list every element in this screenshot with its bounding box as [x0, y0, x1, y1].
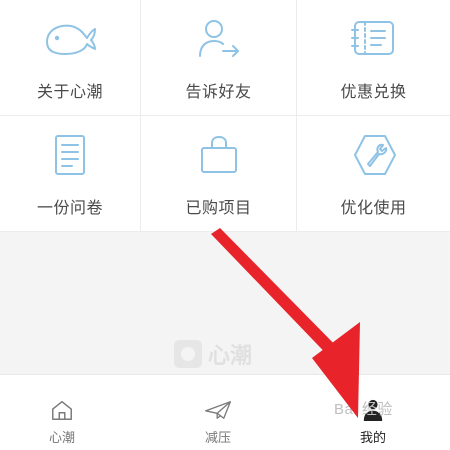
tab-home[interactable]: 心潮 — [2, 375, 122, 450]
feature-grid: 关于心潮 告诉好友 优惠兑换 一份问卷 已购项目 优化使用 — [0, 0, 450, 232]
watermark-right-text: Bai 经验 — [334, 401, 393, 418]
tab-relax[interactable]: 减压 — [158, 375, 278, 450]
coupon-icon — [345, 16, 403, 62]
grid-item-tell-friends[interactable]: 告诉好友 — [141, 0, 297, 116]
tab-label: 减压 — [204, 431, 231, 446]
questionnaire-icon — [41, 132, 99, 178]
grid-item-label: 一份问卷 — [36, 198, 103, 217]
grid-item-coupon[interactable]: 优惠兑换 — [297, 0, 450, 116]
grid-item-label: 已购项目 — [185, 198, 252, 217]
paper-plane-icon — [204, 397, 232, 423]
grid-item-label: 告诉好友 — [185, 82, 252, 101]
grid-item-purchased[interactable]: 已购项目 — [141, 116, 297, 232]
share-user-icon — [190, 16, 248, 62]
grid-item-questionnaire[interactable]: 一份问卷 — [0, 116, 141, 232]
watermark-logo-text: 心潮 — [208, 344, 253, 369]
tab-label: 心潮 — [48, 431, 75, 446]
home-icon — [48, 397, 76, 423]
tab-label: 我的 — [359, 431, 386, 446]
grid-item-about[interactable]: 关于心潮 — [0, 0, 141, 116]
logo-icon — [174, 340, 202, 368]
wrench-icon — [345, 132, 403, 178]
baidu-jingyan-watermark: Bai 经验 — [334, 398, 393, 419]
grid-item-optimize[interactable]: 优化使用 — [297, 116, 450, 232]
app-logo-watermark: 心潮 — [174, 334, 274, 374]
whale-icon — [41, 16, 99, 62]
grid-item-label: 优化使用 — [340, 198, 407, 217]
grid-item-label: 优惠兑换 — [340, 82, 407, 101]
grid-item-label: 关于心潮 — [36, 82, 103, 101]
shopping-bag-icon — [190, 132, 248, 178]
